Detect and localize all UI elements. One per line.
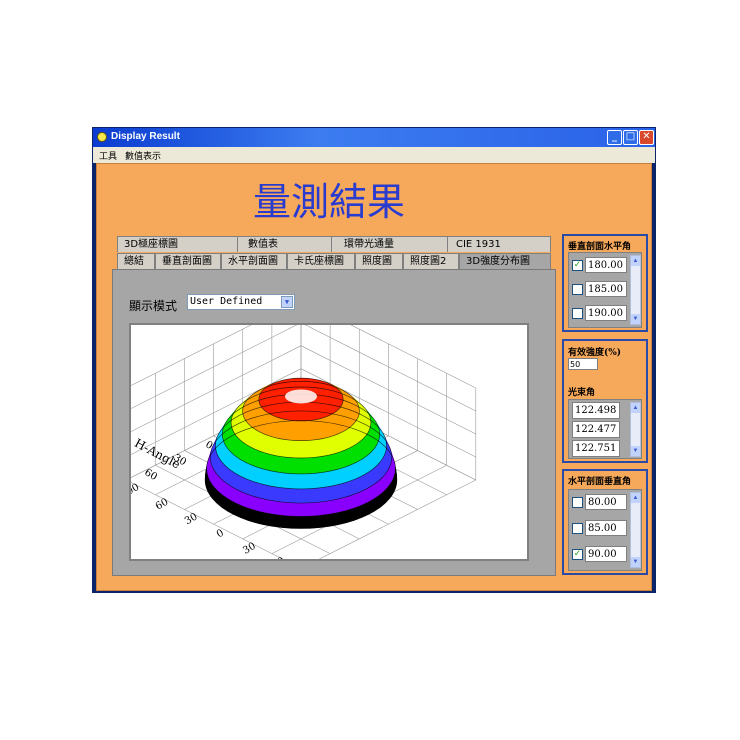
vertical-profile-panel: 垂直剖面水平角 ✓ 180.00 185.00 190.00 ▲ ▼ — [562, 234, 648, 332]
display-mode-label: 顯示模式 — [129, 299, 178, 313]
angle-value: 185.00 — [585, 281, 627, 297]
tab-horizontal-profile[interactable]: 水平剖面圖 — [221, 253, 287, 269]
minimize-button[interactable]: _ — [607, 130, 622, 145]
v-tick-label: 90 — [131, 482, 141, 498]
angle-value: 80.00 — [585, 494, 627, 510]
app-icon — [97, 132, 107, 142]
beam-angle-value: 122.477 — [572, 421, 620, 438]
list-item[interactable]: 190.00 — [572, 305, 630, 323]
beam-angle-panel: 有效強度(%) 50 光束角 122.498 122.477 122.751 ▲… — [562, 339, 648, 463]
effective-intensity-title: 有效強度(%) — [568, 348, 622, 358]
checkbox[interactable]: ✓ — [572, 549, 583, 560]
checkbox[interactable] — [572, 308, 583, 319]
angle-value: 85.00 — [585, 520, 627, 536]
scrollbar[interactable]: ▲ ▼ — [630, 402, 641, 457]
v-tick-label: 60 — [154, 497, 171, 513]
beam-angle-value: 122.498 — [572, 402, 620, 419]
title-bar[interactable]: Display Result _ □ ✕ — [93, 128, 655, 147]
page-title: 量測結果 — [252, 180, 405, 224]
horizontal-profile-title: 水平剖面垂直角 — [568, 477, 632, 487]
scrollbar[interactable]: ▲ ▼ — [630, 492, 641, 568]
scroll-up-icon[interactable]: ▲ — [631, 256, 640, 266]
vertical-profile-title: 垂直剖面水平角 — [568, 242, 632, 252]
angle-value: 90.00 — [585, 546, 627, 562]
scroll-down-icon[interactable]: ▼ — [631, 557, 640, 567]
v-axis-label: V-Angle — [188, 554, 237, 559]
list-item[interactable]: 80.00 — [572, 494, 630, 512]
effective-intensity-input[interactable]: 50 — [568, 358, 598, 370]
tab-vertical-profile[interactable]: 垂直剖面圖 — [155, 253, 221, 269]
surface-highlight — [285, 389, 317, 404]
h-tick-label: 60 — [142, 467, 159, 483]
checkbox[interactable] — [572, 284, 583, 295]
window-title: Display Result — [111, 131, 180, 142]
intensity-3d-chart: 020040060080090603003060909060300306090H… — [103, 299, 529, 589]
checkbox[interactable] — [572, 523, 583, 534]
beam-angle-list: 122.498 122.477 122.751 ▲ ▼ — [568, 399, 642, 459]
horizontal-profile-panel: 水平剖面垂直角 80.00 85.00 ✓ 90.00 ▲ ▼ — [562, 469, 648, 575]
beam-angle-title: 光束角 — [568, 388, 596, 398]
menu-numeric-display[interactable]: 數值表示 — [125, 149, 161, 162]
v-tick-label: 30 — [183, 511, 200, 527]
tab-summary[interactable]: 總結 — [117, 253, 155, 269]
tab-illuminance-2[interactable]: 照度圖2 — [403, 253, 459, 269]
horizontal-angle-list: 80.00 85.00 ✓ 90.00 ▲ ▼ — [568, 489, 642, 571]
tab-illuminance[interactable]: 照度圖 — [355, 253, 403, 269]
list-item[interactable]: ✓ 90.00 — [572, 546, 630, 564]
tab-3d-intensity[interactable]: 3D強度分布圖 — [459, 253, 551, 270]
menu-tools[interactable]: 工具 — [99, 149, 117, 162]
scroll-up-icon[interactable]: ▲ — [631, 403, 640, 413]
angle-value: 180.00 — [585, 257, 627, 273]
wall-grid-line — [126, 299, 302, 389]
scroll-down-icon[interactable]: ▼ — [631, 314, 640, 324]
menu-bar: 工具 數值表示 — [93, 147, 655, 163]
maximize-button[interactable]: □ — [623, 130, 638, 145]
list-item[interactable]: 185.00 — [572, 281, 630, 299]
scrollbar[interactable]: ▲ ▼ — [630, 255, 641, 325]
list-item[interactable]: 85.00 — [572, 520, 630, 538]
tab-3d-polar[interactable]: 3D極座標圖 — [117, 236, 239, 252]
tab-ring-flux[interactable]: 環帶光通量 — [331, 236, 449, 252]
tab-cie-1931[interactable]: CIE 1931 — [447, 236, 551, 252]
vertical-angle-list: ✓ 180.00 185.00 190.00 ▲ ▼ — [568, 252, 642, 328]
checkbox[interactable]: ✓ — [572, 260, 583, 271]
client-area: 量測結果 3D極座標圖 數值表 環帶光通量 CIE 1931 總結 垂直剖面圖 … — [96, 163, 652, 591]
v-tick-label: 60 — [270, 555, 287, 559]
tab-value-table[interactable]: 數值表 — [237, 236, 333, 252]
intensity-3d-plot: 020040060080090603003060909060300306090H… — [103, 299, 477, 589]
display-result-window: Display Result _ □ ✕ 工具 數值表示 量測結果 3D極座標圖… — [92, 127, 656, 593]
display-mode-select[interactable]: User Defined ▼ — [187, 294, 295, 310]
tab-cartesian[interactable]: 卡氏座標圖 — [287, 253, 355, 269]
scroll-up-icon[interactable]: ▲ — [631, 493, 640, 503]
close-button[interactable]: ✕ — [639, 130, 654, 145]
angle-value: 190.00 — [585, 305, 627, 321]
scroll-down-icon[interactable]: ▼ — [631, 446, 640, 456]
list-item[interactable]: ✓ 180.00 — [572, 257, 630, 275]
display-mode-value: User Defined — [190, 296, 263, 307]
beam-angle-value: 122.751 — [572, 440, 620, 457]
checkbox[interactable] — [572, 497, 583, 508]
chevron-down-icon[interactable]: ▼ — [281, 296, 293, 308]
v-tick-label: 30 — [241, 541, 258, 557]
